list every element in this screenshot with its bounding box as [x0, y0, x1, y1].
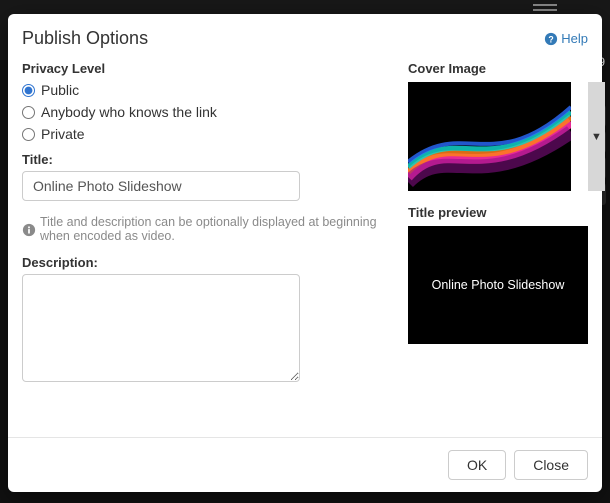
help-link[interactable]: ? Help	[544, 31, 588, 46]
cover-image-label: Cover Image	[408, 61, 588, 76]
privacy-option-label: Public	[41, 82, 79, 98]
help-icon: ?	[544, 32, 558, 46]
cover-image-thumb	[408, 82, 571, 191]
title-preview-label: Title preview	[408, 205, 588, 220]
privacy-radio-public[interactable]	[22, 84, 35, 97]
description-label: Description:	[22, 255, 396, 270]
privacy-radio-link[interactable]	[22, 106, 35, 119]
dialog-header: Publish Options ? Help	[8, 14, 602, 59]
description-input[interactable]	[22, 274, 300, 382]
title-input[interactable]	[22, 171, 300, 201]
cover-image-picker[interactable]: ▼	[408, 82, 588, 191]
cover-dropdown-icon[interactable]: ▼	[588, 82, 605, 191]
title-label: Title:	[22, 152, 396, 167]
privacy-option-label: Anybody who knows the link	[41, 104, 217, 120]
svg-text:?: ?	[549, 34, 554, 44]
privacy-radio-private[interactable]	[22, 128, 35, 141]
privacy-radio-group: Public Anybody who knows the link Privat…	[22, 82, 396, 142]
privacy-option-label: Private	[41, 126, 85, 142]
info-icon	[22, 223, 36, 237]
dialog-footer: OK Close	[8, 437, 602, 492]
hint-row: Title and description can be optionally …	[22, 215, 396, 243]
publish-options-dialog: Publish Options ? Help Privacy Level Pub…	[8, 14, 602, 492]
title-preview-box: Online Photo Slideshow	[408, 226, 588, 344]
close-button[interactable]: Close	[514, 450, 588, 480]
dialog-title: Publish Options	[22, 28, 148, 49]
title-preview-text: Online Photo Slideshow	[432, 278, 565, 292]
ok-button[interactable]: OK	[448, 450, 506, 480]
help-label: Help	[561, 31, 588, 46]
hint-text: Title and description can be optionally …	[40, 215, 396, 243]
privacy-label: Privacy Level	[22, 61, 396, 76]
